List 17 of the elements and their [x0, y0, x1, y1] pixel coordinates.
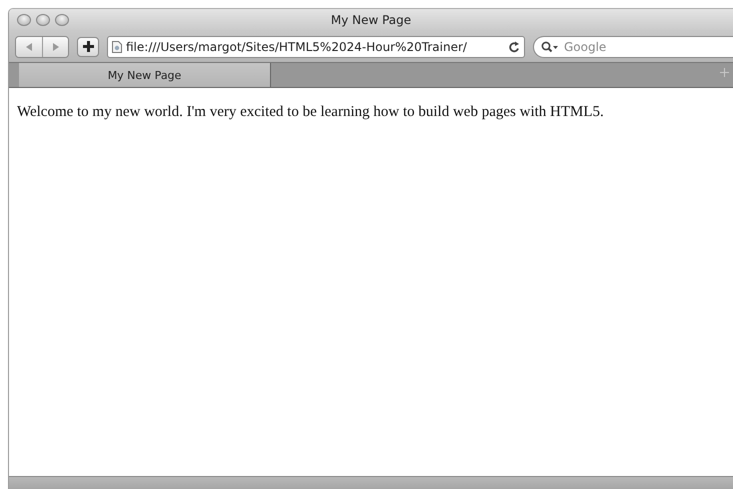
zoom-button[interactable]	[55, 14, 69, 26]
file-icon	[112, 40, 122, 52]
forward-arrow-icon	[52, 42, 60, 50]
window-title: My New Page	[330, 13, 412, 27]
minimize-button[interactable]	[36, 14, 50, 26]
reload-icon[interactable]	[509, 40, 520, 52]
forward-button[interactable]	[42, 36, 68, 56]
back-button[interactable]	[16, 36, 42, 56]
page-text: Welcome to my new world. I'm very excited to be learning how to build web pages with HTML5.	[17, 104, 605, 121]
back-arrow-icon	[25, 42, 33, 50]
close-button[interactable]	[17, 14, 31, 26]
add-bookmark-button[interactable]	[77, 36, 99, 56]
new-tab-icon[interactable]	[720, 68, 729, 77]
browser-tab[interactable]: My New Page	[19, 63, 271, 87]
search-field[interactable]: Google	[533, 36, 733, 58]
address-field[interactable]: file:///Users/margot/Sites/HTML5%2024-Hour%20Trainer/	[107, 36, 525, 58]
plus-icon	[82, 41, 94, 52]
